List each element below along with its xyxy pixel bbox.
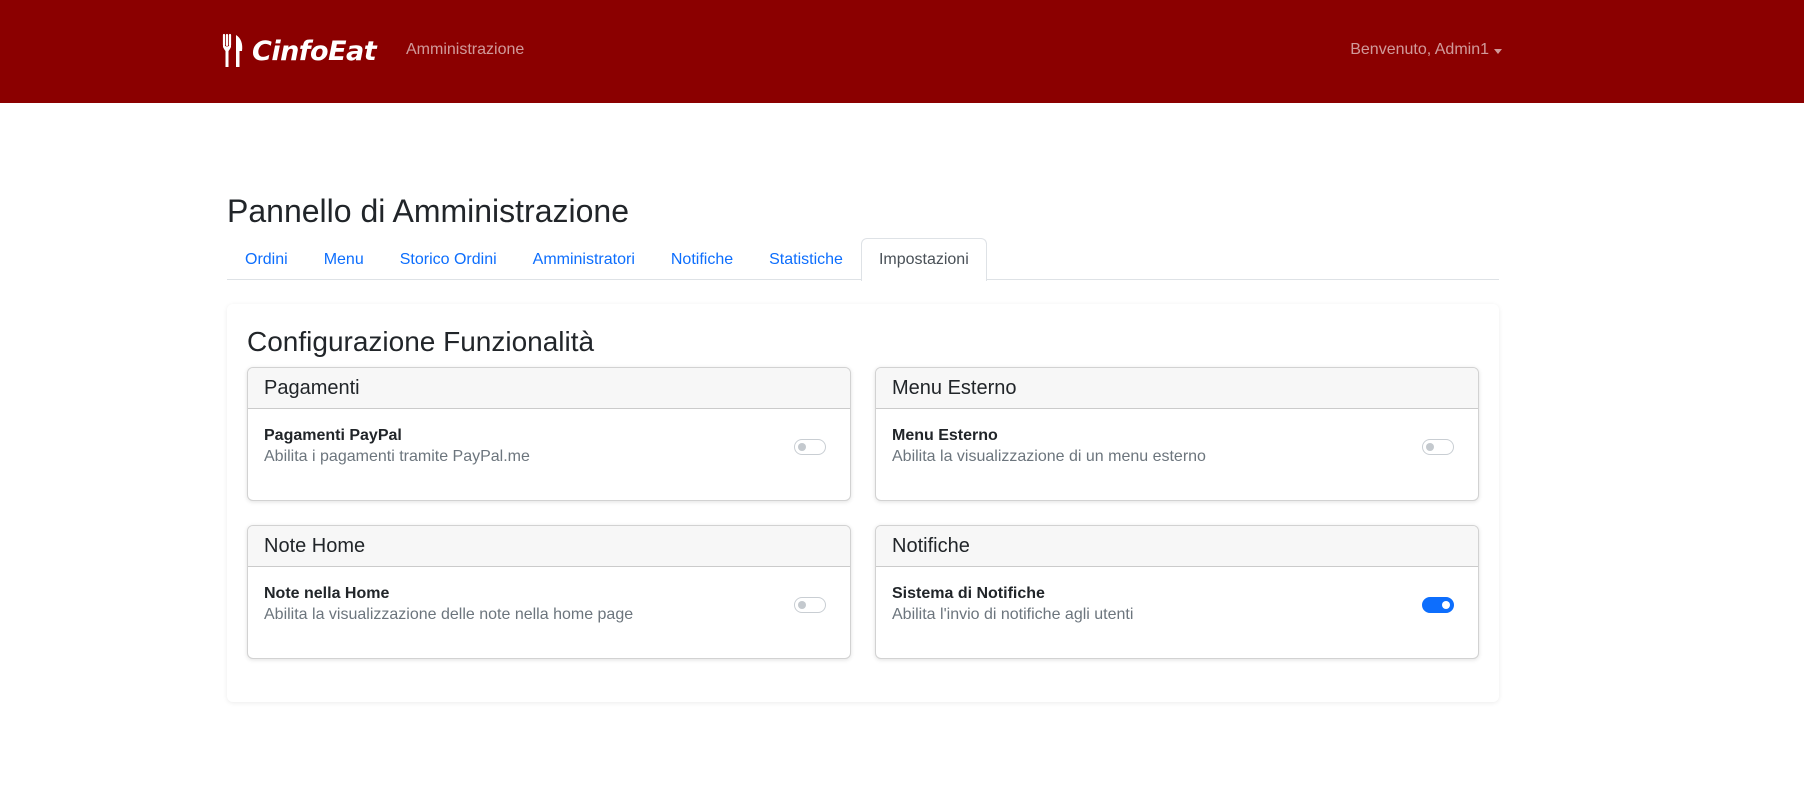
top-navbar: CinfoEat Amministrazione Benvenuto, Admi… [0,0,1804,103]
feature-description: Abilita la visualizzazione delle note ne… [264,606,634,623]
tab-menu[interactable]: Menu [306,238,382,280]
feature-description: Abilita i pagamenti tramite PayPal.me [264,448,530,465]
tab-statistics[interactable]: Statistiche [751,238,861,280]
caret-down-icon [1494,48,1502,54]
nav-link-administration[interactable]: Amministrazione [406,41,524,59]
feature-card-notifications: Notifiche Sistema di Notifiche Abilita l… [875,525,1479,659]
feature-card-header: Note Home [248,526,850,567]
settings-title: Configurazione Funzionalità [247,326,595,357]
feature-description: Abilita l'invio di notifiche agli utenti [892,606,1134,623]
tab-notifications[interactable]: Notifiche [653,238,751,280]
user-greeting: Benvenuto, Admin1 [1350,41,1489,58]
feature-card-home-notes: Note Home Note nella Home Abilita la vis… [247,525,851,659]
user-menu-dropdown[interactable]: Benvenuto, Admin1 [1350,41,1502,59]
brand-logo[interactable]: CinfoEat [222,33,377,69]
brand-name: CinfoEat [252,35,377,67]
feature-card-payments: Pagamenti Pagamenti PayPal Abilita i pag… [247,367,851,501]
tab-order-history[interactable]: Storico Ordini [382,238,515,280]
home-notes-toggle-switch[interactable] [794,597,826,613]
feature-label: Menu Esterno [892,427,998,444]
tab-settings[interactable]: Impostazioni [860,238,987,281]
feature-description: Abilita la visualizzazione di un menu es… [892,448,1206,465]
tab-orders[interactable]: Ordini [227,238,306,280]
fork-knife-icon [222,33,243,67]
external-menu-toggle-switch[interactable] [1422,439,1454,455]
feature-card-header: Notifiche [876,526,1478,567]
paypal-toggle-switch[interactable] [794,439,826,455]
feature-card-header: Pagamenti [248,368,850,409]
feature-label: Sistema di Notifiche [892,585,1045,602]
tab-administrators[interactable]: Amministratori [515,238,653,280]
settings-panel: Configurazione Funzionalità Pagamenti Pa… [227,304,1499,702]
feature-card-header: Menu Esterno [876,368,1478,409]
page-title: Pannello di Amministrazione [227,193,629,229]
feature-label: Note nella Home [264,585,390,602]
feature-label: Pagamenti PayPal [264,427,402,444]
admin-tabs: Ordini Menu Storico Ordini Amministrator… [227,238,1499,281]
feature-card-external-menu: Menu Esterno Menu Esterno Abilita la vis… [875,367,1479,501]
notifications-toggle-switch[interactable] [1422,597,1454,613]
